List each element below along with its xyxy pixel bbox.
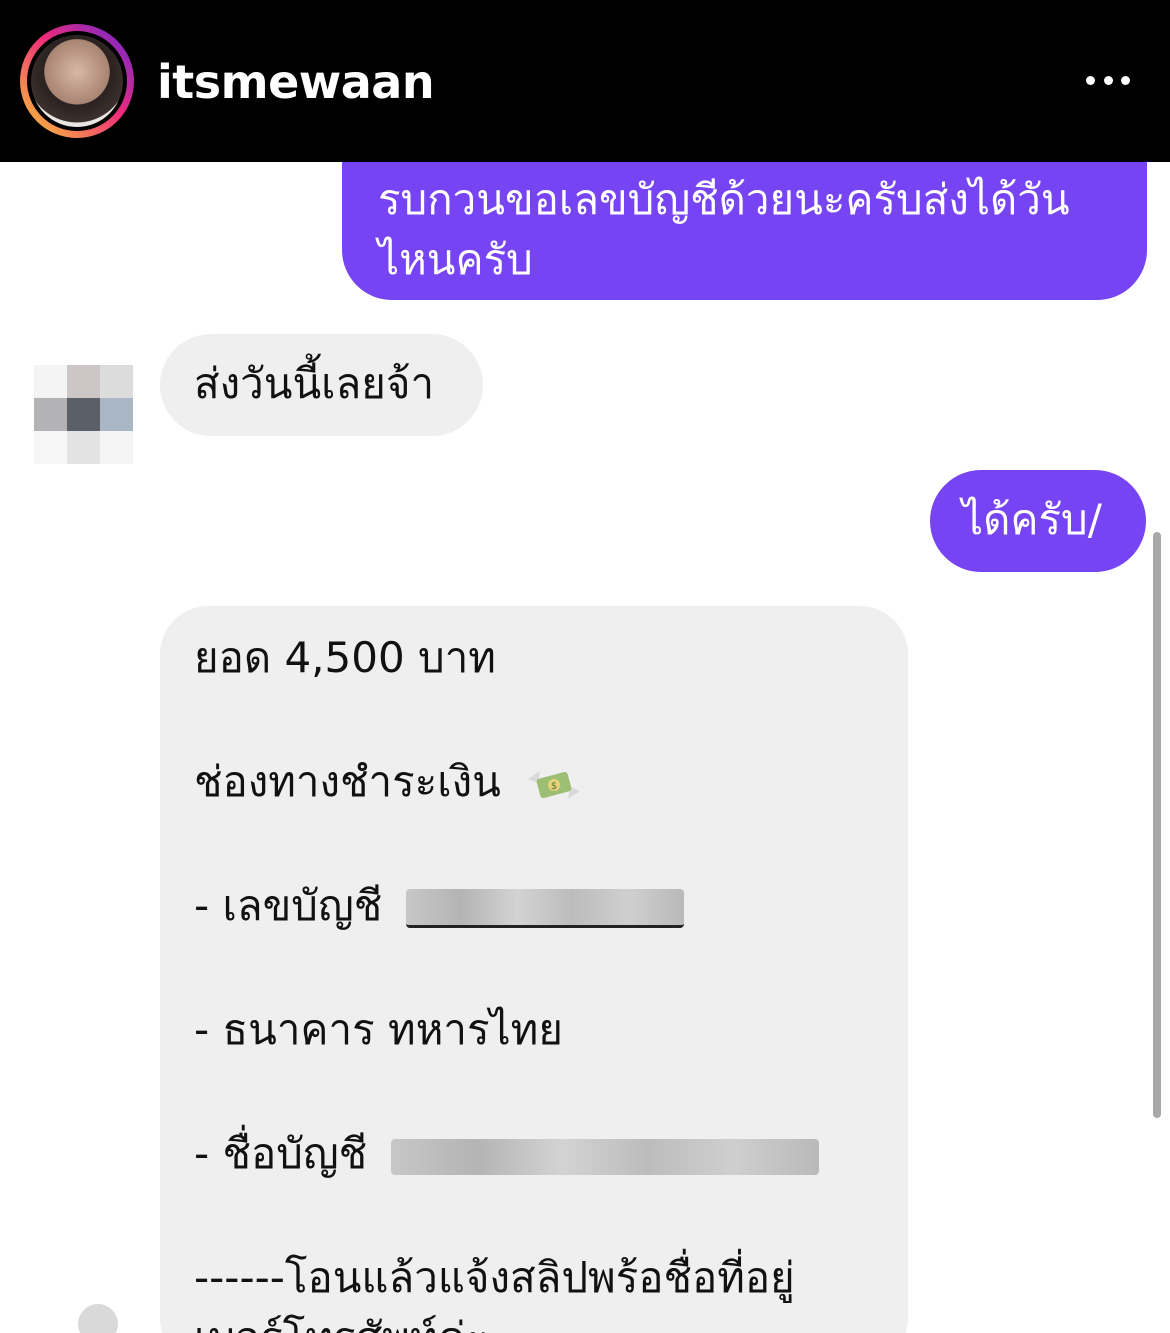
profile-avatar-ring[interactable] [20, 24, 134, 138]
account-name-line: - ชื่อบัญชี [194, 1124, 819, 1184]
money-with-wings-icon: $ [528, 770, 581, 799]
message-text: รบกวนขอเลขบัญชีด้วยนะครับส่งได้วันไหนครั… [378, 175, 1070, 284]
payment-channel-text: ช่องทางชำระเงิน [194, 757, 501, 806]
account-name-redacted [390, 1138, 819, 1175]
more-horizontal-icon[interactable] [1086, 68, 1130, 92]
avatar[interactable] [27, 31, 127, 131]
dot [1103, 75, 1113, 85]
instruction-text: ------โอนแล้วแจ้งสลิปพร้อชื่อที่อยู่ [194, 1253, 795, 1302]
outgoing-message-bubble: ได้ครับ/ [930, 470, 1146, 572]
incoming-message-bubble: ส่งวันนี้เลยจ้า [160, 334, 483, 436]
sender-avatar-blurred [34, 332, 134, 464]
scrollbar[interactable] [1153, 532, 1161, 1118]
avatar-photo [31, 35, 123, 127]
username[interactable]: itsmewaan [157, 54, 435, 110]
payment-channel-line: ช่องทางชำระเงิน $ [194, 752, 582, 812]
incoming-payment-message-bubble: ยอด 4,500 บาท ช่องทางชำระเงิน $ - เลขบัญ… [160, 606, 908, 1333]
svg-text:$: $ [551, 781, 557, 792]
chat-screenshot: รบกวนขอเลขบัญชีด้วยนะครับส่งได้วันไหนครั… [0, 162, 1170, 1333]
bank-text: - ธนาคาร ทหารไทย [194, 1005, 563, 1054]
post-header: itsmewaan [0, 0, 1170, 162]
message-text: ได้ครับ/ [962, 495, 1102, 544]
account-number-label: - เลขบัญชี [194, 881, 383, 930]
amount-text: ยอด 4,500 บาท [194, 633, 496, 682]
dot [1121, 75, 1130, 85]
instruction-text-continued: เบอร์โทรศัพท์ค่ะ [194, 1308, 488, 1333]
outgoing-message-bubble: รบกวนขอเลขบัญชีด้วยนะครับส่งได้วันไหนครั… [342, 162, 1147, 300]
account-number-redacted [405, 889, 684, 928]
account-name-label: - ชื่อบัญชี [194, 1129, 368, 1178]
account-number-line: - เลขบัญชี [194, 876, 684, 936]
sender-avatar-small [78, 1304, 118, 1333]
message-text: ส่งวันนี้เลยจ้า [194, 359, 435, 408]
dot [1086, 75, 1095, 85]
